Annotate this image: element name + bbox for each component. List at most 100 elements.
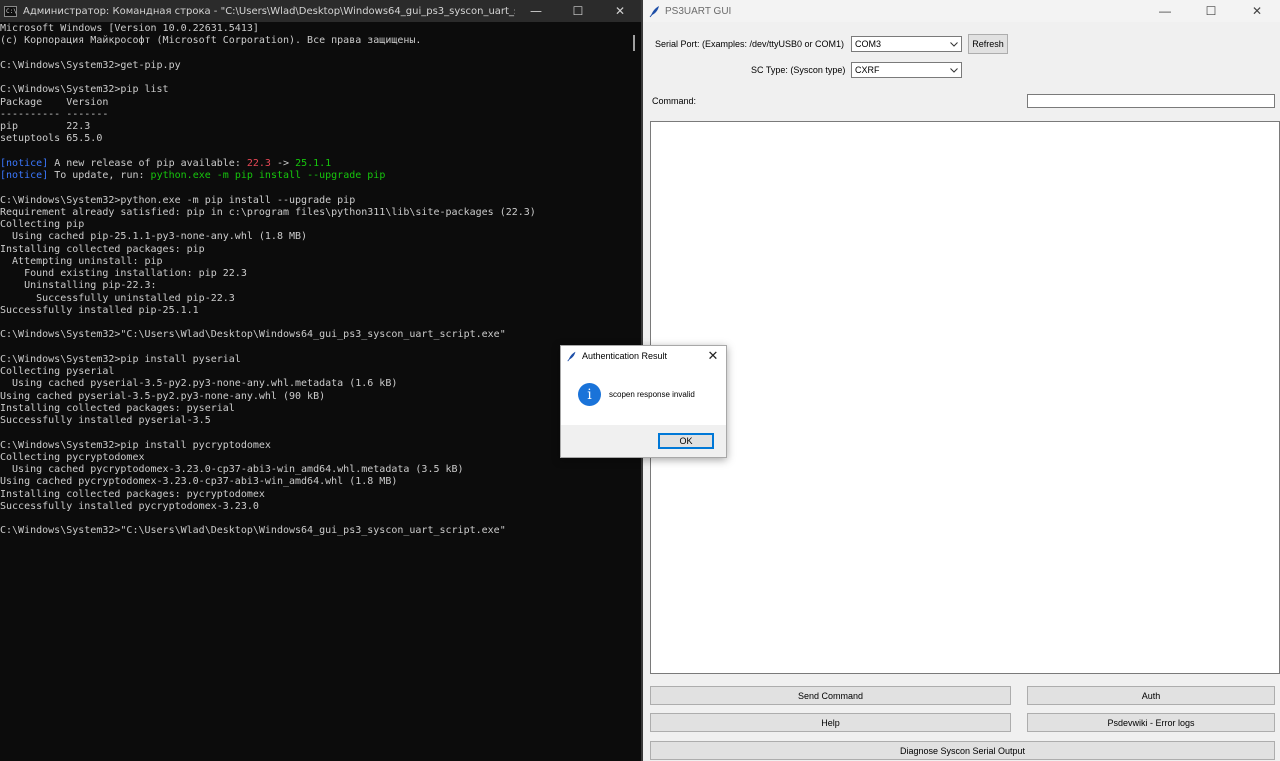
auth-button[interactable]: Auth xyxy=(1027,686,1275,705)
console-line: C:\Windows\System32>get-pip.py xyxy=(0,60,641,72)
console-line: Installing collected packages: pyserial xyxy=(0,403,641,415)
chevron-down-icon[interactable] xyxy=(949,37,959,51)
dialog-title: Authentication Result xyxy=(582,351,668,361)
console-line: Using cached pyserial-3.5-py2.py3-none-a… xyxy=(0,378,641,390)
diagnose-syscon-button[interactable]: Diagnose Syscon Serial Output xyxy=(650,741,1275,760)
console-text: Using cached pip-25.1.1-py3-none-any.whl… xyxy=(0,231,308,243)
console-text: Using cached pycryptodomex-3.23.0-cp37-a… xyxy=(0,464,464,475)
gui-minimize-button[interactable]: — xyxy=(1142,0,1188,22)
console-line: C:\Windows\System32>pip install pyserial xyxy=(0,354,641,366)
console-text: C:\Windows\System32>get-pip.py xyxy=(0,59,181,71)
console-line: Successfully installed pyserial-3.5 xyxy=(0,415,641,427)
console-text: C:\Windows\System32>"C:\Users\Wlad\Deskt… xyxy=(0,329,506,341)
info-icon: i xyxy=(578,383,601,406)
console-titlebar[interactable]: C:\ Администратор: Командная строка - "C… xyxy=(0,0,641,22)
console-text: -> xyxy=(270,157,296,169)
console-line: Collecting pyserial xyxy=(0,366,641,378)
console-text: Found existing installation: pip 22.3 xyxy=(0,268,247,279)
console-close-button[interactable]: ✕ xyxy=(599,0,641,22)
dialog-message: scopen response invalid xyxy=(609,390,695,399)
console-line: Using cached pycryptodomex-3.23.0-cp37-a… xyxy=(0,476,641,488)
console-text: To update, run: xyxy=(48,170,151,181)
refresh-button[interactable]: Refresh xyxy=(968,34,1008,54)
console-line: Microsoft Windows [Version 10.0.22631.54… xyxy=(0,23,641,35)
gui-close-button[interactable]: ✕ xyxy=(1234,0,1280,22)
console-text: Collecting pip xyxy=(0,219,85,230)
serial-port-combobox[interactable]: COM3 xyxy=(851,36,962,52)
console-text: Installing collected packages: pyserial xyxy=(0,402,235,414)
console-text: Attempting uninstall: pip xyxy=(0,255,163,267)
console-line: Using cached pyserial-3.5-py2.py3-none-a… xyxy=(0,391,641,403)
console-text: Using cached pycryptodomex-3.23.0-cp37-a… xyxy=(0,476,398,488)
console-line: Attempting uninstall: pip xyxy=(0,256,641,268)
console-line: Successfully uninstalled pip-22.3 xyxy=(0,293,641,305)
console-window: C:\ Администратор: Командная строка - "C… xyxy=(0,0,641,761)
sc-type-combobox[interactable]: CXRF xyxy=(851,62,962,78)
console-line: Collecting pycryptodomex xyxy=(0,452,641,464)
serial-port-value: COM3 xyxy=(855,39,882,49)
feather-icon xyxy=(649,6,659,18)
console-line: Uninstalling pip-22.3: xyxy=(0,280,641,292)
console-text: notice xyxy=(6,157,43,169)
console-text: notice xyxy=(6,170,43,181)
sc-type-value: CXRF xyxy=(855,65,880,75)
psdevwiki-error-logs-button[interactable]: Psdevwiki - Error logs xyxy=(1027,713,1275,732)
ps3uart-gui-window: PS3UART GUI — ☐ ✕ Serial Port: (Examples… xyxy=(643,0,1280,761)
serial-port-label: Serial Port: (Examples: /dev/ttyUSB0 or … xyxy=(655,39,845,49)
console-text: Package Version xyxy=(0,96,109,108)
console-text: C:\Windows\System32>python.exe -m pip in… xyxy=(0,194,356,206)
console-line: Requirement already satisfied: pip in c:… xyxy=(0,207,641,219)
command-input[interactable] xyxy=(1027,94,1275,108)
console-line: Collecting pip xyxy=(0,219,641,231)
send-command-button[interactable]: Send Command xyxy=(650,686,1011,705)
gui-maximize-button[interactable]: ☐ xyxy=(1188,0,1234,22)
console-text: Collecting pyserial xyxy=(0,366,115,377)
console-scrollbar[interactable] xyxy=(633,35,635,51)
console-text: python.exe -m pip install --upgrade pip xyxy=(150,170,386,181)
console-text: Successfully uninstalled pip-22.3 xyxy=(0,292,235,304)
feather-icon xyxy=(567,351,576,362)
help-button[interactable]: Help xyxy=(650,713,1011,732)
console-line: C:\Windows\System32>pip list xyxy=(0,84,641,96)
console-text: C:\Windows\System32>pip list xyxy=(0,84,169,96)
cmd-icon: C:\ xyxy=(4,5,17,17)
output-textarea[interactable] xyxy=(650,121,1280,674)
console-line: C:\Windows\System32>"C:\Users\Wlad\Deskt… xyxy=(0,525,641,537)
console-line: Successfully installed pip-25.1.1 xyxy=(0,305,641,317)
dialog-titlebar[interactable]: Authentication Result ✕ xyxy=(561,346,726,366)
console-line: ---------- ------- xyxy=(0,109,641,121)
gui-titlebar[interactable]: PS3UART GUI — ☐ ✕ xyxy=(643,0,1280,22)
console-line: C:\Windows\System32>python.exe -m pip in… xyxy=(0,195,641,207)
console-line: [notice] A new release of pip available:… xyxy=(0,158,641,170)
ok-button[interactable]: OK xyxy=(658,433,714,449)
console-line: Package Version xyxy=(0,97,641,109)
console-text: ---------- ------- xyxy=(0,108,109,120)
console-text: 25.1.1 xyxy=(295,157,332,169)
console-text: Using cached pyserial-3.5-py2.py3-none-a… xyxy=(0,378,398,390)
console-text: Microsoft Windows [Version 10.0.22631.54… xyxy=(0,23,259,34)
console-text: A new release of pip available: xyxy=(48,157,247,169)
dialog-close-button[interactable]: ✕ xyxy=(700,346,726,366)
console-line: setuptools 65.5.0 xyxy=(0,133,641,145)
console-text: C:\Windows\System32>pip install pyserial xyxy=(0,353,241,365)
console-text: Using cached pyserial-3.5-py2.py3-none-a… xyxy=(0,390,326,402)
chevron-down-icon[interactable] xyxy=(949,63,959,77)
console-minimize-button[interactable]: — xyxy=(515,0,557,22)
console-text: setuptools 65.5.0 xyxy=(0,133,103,145)
console-maximize-button[interactable]: ☐ xyxy=(557,0,599,22)
console-text: C:\Windows\System32>pip install pycrypto… xyxy=(0,439,271,451)
console-text: C:\Windows\System32>"C:\Users\Wlad\Deskt… xyxy=(0,525,506,537)
console-line: Installing collected packages: pycryptod… xyxy=(0,489,641,501)
authentication-result-dialog: Authentication Result ✕ i scopen respons… xyxy=(560,345,727,458)
console-text: Collecting pycryptodomex xyxy=(0,451,145,463)
console-text: Successfully installed pycryptodomex-3.2… xyxy=(0,500,259,512)
console-text: Successfully installed pip-25.1.1 xyxy=(0,304,199,316)
console-output[interactable]: Microsoft Windows [Version 10.0.22631.54… xyxy=(0,22,641,538)
console-text: Uninstalling pip-22.3: xyxy=(0,280,157,292)
